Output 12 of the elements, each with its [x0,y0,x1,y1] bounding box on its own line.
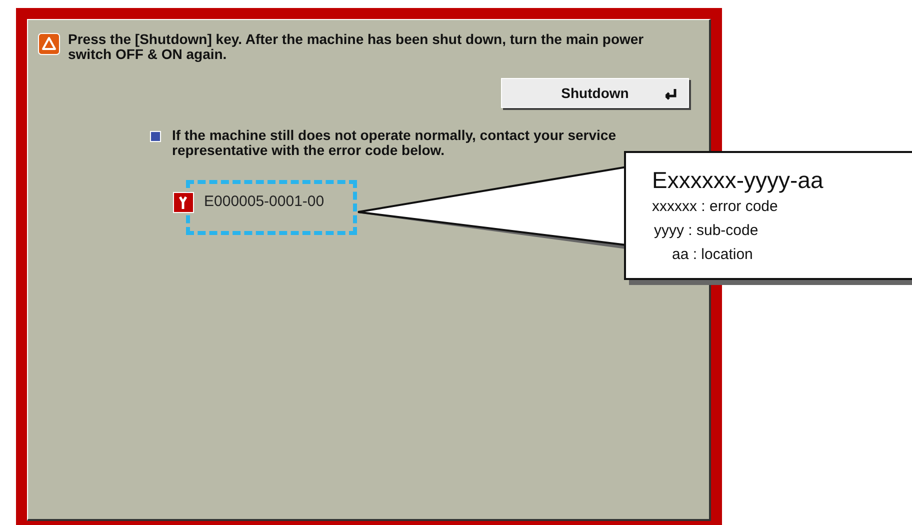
legend-line: yyyy : sub-code [653,221,760,241]
instruction-text: Press the [Shutdown] key. After the machine has been shut down, turn the main power switch OFF & ON again. [68,32,645,62]
note-text: If the machine still does not operate normally, contact your service representative with the error code below. [172,128,617,158]
bullet-icon [150,131,161,142]
legend-line: xxxxxx : error code [652,197,779,217]
error-code: E000005-0001-00 [204,192,324,212]
enter-icon [664,88,678,100]
legend-line: aa : location [671,245,754,265]
warning-icon [38,33,60,55]
shutdown-button[interactable]: Shutdown [501,78,689,108]
callout-title: Exxxxxx-yyyy-aa [652,166,824,195]
wrench-icon [173,192,194,213]
